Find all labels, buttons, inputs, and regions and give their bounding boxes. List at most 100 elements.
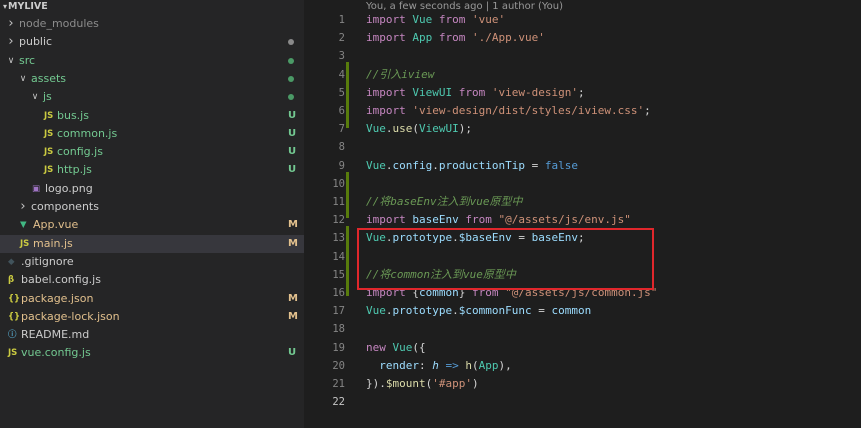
code-token: ; [644,104,651,117]
tree-file-package-json[interactable]: {} package.json M [0,290,304,308]
code-line[interactable]: 22 [305,393,861,411]
code-token: import [366,31,413,45]
code-token: //引入iview [366,67,435,81]
code-line[interactable]: 20 render: h => h(App), [305,357,861,375]
tree-file-babel-config-js[interactable]: β babel.config.js [0,271,304,289]
root-folder-name: MYLIVE [8,1,48,12]
line-number: 3 [338,50,345,63]
code-token: h [465,358,472,372]
tree-file--gitignore[interactable]: ◆ .gitignore [0,253,304,271]
code-line[interactable]: 12 import baseEnv from "@/assets/js/env.j… [305,211,861,229]
chevron-right-icon: › [20,199,26,214]
annotation-red-box [357,228,654,290]
code-line[interactable]: 21}).$mount('#app') [305,375,861,393]
code-text: import ViewUI from 'view-design'; [366,84,585,102]
code-token: ViewUI [412,85,453,99]
line-number: 9 [338,159,345,172]
git-added-gutter-indicator[interactable] [346,62,349,128]
code-line[interactable]: 4 //引入iview [305,66,861,84]
tree-file-logo-png[interactable]: ▣ logo.png [0,180,304,198]
javascript-file-icon: JS [44,165,54,176]
tree-item-label: babel.config.js [21,273,101,287]
javascript-file-icon: JS [44,147,54,158]
tree-item-label: public [19,35,53,49]
tree-folder-public[interactable]: › public [0,33,304,51]
git-status-dot [288,94,294,101]
chevron-right-icon: › [8,34,14,50]
vue-file-icon: ▼ [20,220,27,231]
line-number: 10 [332,177,345,190]
code-token: ; [577,85,585,99]
code-text: render: h => h(App), [366,357,512,375]
code-token: baseEnv [412,213,459,227]
tree-file-common-js[interactable]: JS common.js U [0,125,304,143]
chevron-right-icon: › [8,16,14,31]
code-text: new Vue({ [366,339,426,357]
code-line[interactable]: 1 import Vue from 'vue' [305,11,861,29]
code-line[interactable]: 2 import App from './App.vue' [305,29,861,47]
git-added-gutter-indicator[interactable] [346,172,349,218]
tree-file-vue-config-js[interactable]: JS vue.config.js U [0,344,304,362]
javascript-file-icon: JS [44,128,54,139]
code-text: Vue.config.productionTip = false [366,157,578,175]
explorer-panel: ▾ MYLIVE › node_modules › public ∨ src ∨ assets… [0,0,304,428]
chevron-down-icon: ∨ [7,55,15,66]
line-number: 8 [338,141,345,154]
code-token: 'view-design' [491,85,578,99]
tree-file-App-vue[interactable]: ▼ App.vue M [0,216,304,234]
code-token: App [412,31,433,45]
line-number: 5 [338,86,345,99]
tree-folder-node_modules[interactable]: › node_modules [0,15,304,33]
code-token: "@/assets/js/env.js" [498,213,631,227]
code-line[interactable]: 11 //将baseEnv注入到vue原型中 [305,193,861,211]
line-number: 22 [332,396,345,409]
code-line[interactable]: 3 [305,47,861,65]
code-token: from [458,213,499,227]
code-text: Vue.prototype.$commonFunc = common [366,302,591,320]
code-text: import baseEnv from "@/assets/js/env.js" [366,211,631,229]
tree-file-config-js[interactable]: JS config.js U [0,143,304,161]
tree-item-label: .gitignore [21,254,74,268]
code-line[interactable]: 18 [305,320,861,338]
line-number: 18 [332,323,345,336]
code-token: import [366,13,413,26]
code-line[interactable]: 5 import ViewUI from 'view-design'; [305,84,861,102]
code-editor[interactable]: You, a few seconds ago | 1 author (You) … [305,0,861,428]
git-status-badge: U [288,347,297,359]
code-line[interactable]: 7 Vue.use(ViewUI); [305,120,861,138]
tree-file-package-lock-json[interactable]: {} package-lock.json M [0,308,304,326]
tree-file-bus-js[interactable]: JS bus.js U [0,107,304,125]
tree-file-README-md[interactable]: ⓘ README.md [0,326,304,344]
tree-folder-js[interactable]: ∨ js [0,88,304,106]
code-line[interactable]: 6 import 'view-design/dist/styles/iview.c… [305,102,861,120]
code-token: false [544,158,578,172]
tree-folder-src[interactable]: ∨ src [0,52,304,70]
tree-folder-assets[interactable]: ∨ assets [0,70,304,88]
tree-item-label: logo.png [45,181,93,195]
code-line[interactable]: 9 Vue.config.productionTip = false [305,157,861,175]
tree-item-label: config.js [57,145,103,159]
git-added-gutter-indicator[interactable] [346,226,349,296]
tree-folder-components[interactable]: › components [0,198,304,216]
code-line[interactable]: 8 [305,138,861,156]
code-token: import [366,213,413,227]
code-token: ), [498,358,512,372]
explorer-root-header[interactable]: ▾ MYLIVE [0,0,304,15]
image-file-icon: ▣ [32,183,41,194]
tree-file-main-js[interactable]: JS main.js M [0,234,304,253]
code-line[interactable]: 19 new Vue({ [305,339,861,357]
code-token: . [385,304,393,318]
tree-file-http-js[interactable]: JS http.js U [0,161,304,179]
tree-item-label: components [31,200,99,213]
code-line[interactable]: 17 Vue.prototype.$commonFunc = common [305,302,861,320]
line-number: 15 [332,268,345,281]
code-token: ViewUI [419,122,459,136]
code-line[interactable]: 10 [305,175,861,193]
tree-item-label: src [19,53,36,67]
code-token: . [385,158,393,172]
json-file-icon: {} [8,311,21,322]
code-token: }). [366,377,386,390]
tree-item-label: bus.js [57,108,89,122]
